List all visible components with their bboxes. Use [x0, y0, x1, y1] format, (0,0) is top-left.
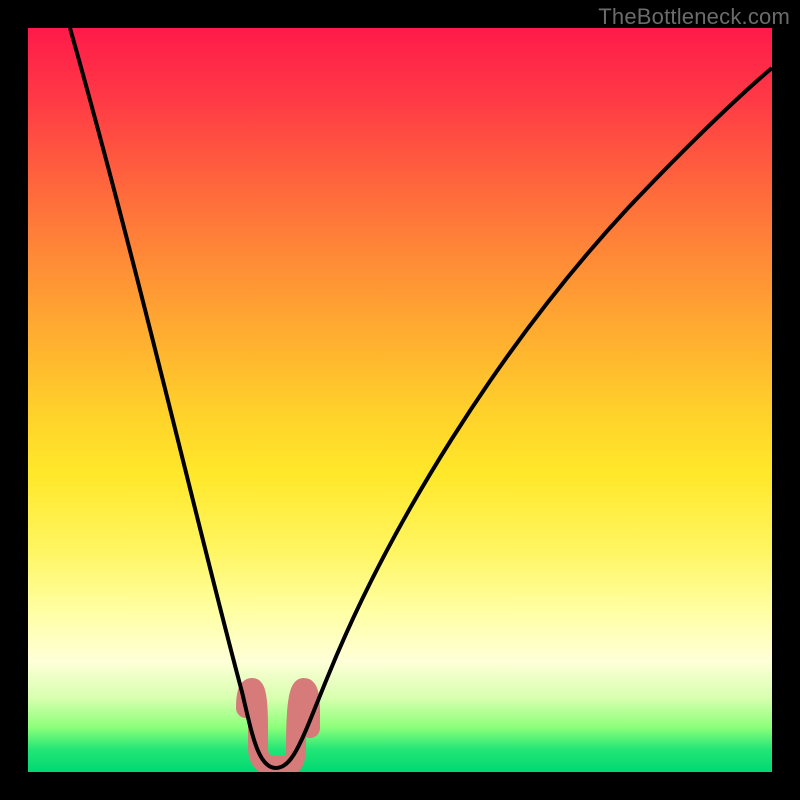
- curve-path: [70, 28, 772, 768]
- bottleneck-curve: [28, 28, 772, 772]
- optimal-range-highlight: [246, 688, 310, 766]
- plot-area: [28, 28, 772, 772]
- watermark: TheBottleneck.com: [598, 4, 790, 30]
- chart-frame: TheBottleneck.com: [0, 0, 800, 800]
